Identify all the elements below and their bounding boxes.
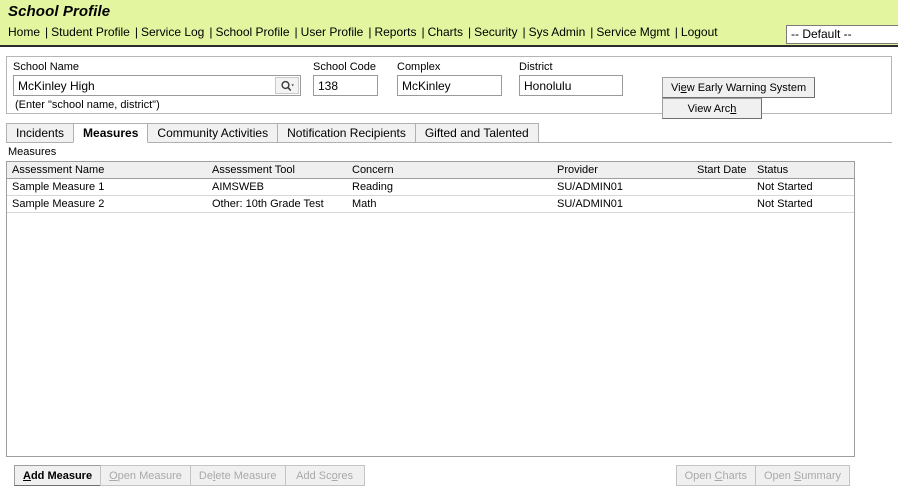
cell-provider: SU/ADMIN01: [552, 178, 692, 196]
access-key-letter: h: [730, 102, 737, 115]
school-name-field-group: School Name: [13, 61, 301, 96]
view-archive-button[interactable]: View Arch: [662, 98, 762, 119]
open-charts-button: Open Charts: [675, 465, 756, 486]
panel-action-buttons: View Early Warning SystemView Arch: [662, 77, 891, 119]
nav-separator: |: [134, 25, 138, 39]
cell-assessment-tool: Other: 10th Grade Test: [207, 195, 347, 213]
open-summary-button: Open Summary: [754, 465, 850, 486]
add-scores-button: Add Scores: [284, 465, 365, 486]
table-header-row: Assessment Name Assessment Tool Concern Pro…: [7, 162, 854, 179]
grid-section-label: Measures: [8, 146, 57, 158]
school-code-field-group: School Code: [313, 61, 378, 96]
column-header-assessment-name[interactable]: Assessment Name: [7, 162, 207, 179]
nav-separator: |: [368, 25, 372, 39]
district-field-group: District: [519, 61, 623, 96]
access-key-letter: e: [680, 81, 687, 94]
nav-item-user-profile[interactable]: User Profile: [299, 25, 366, 39]
tab-notification-recipients[interactable]: Notification Recipients: [277, 123, 416, 143]
column-header-start-date[interactable]: Start Date: [692, 162, 752, 179]
profile-select[interactable]: -- Default --: [786, 25, 898, 44]
nav-item-school-profile[interactable]: School Profile: [213, 25, 291, 39]
cell-assessment-name: Sample Measure 1: [7, 178, 207, 196]
school-code-label: School Code: [313, 61, 376, 73]
nav-item-security[interactable]: Security: [472, 25, 519, 39]
nav-item-reports[interactable]: Reports: [372, 25, 418, 39]
nav-item-sys-admin[interactable]: Sys Admin: [527, 25, 588, 39]
school-name-label: School Name: [13, 61, 80, 73]
cell-assessment-tool: AIMSWEB: [207, 178, 347, 196]
school-search-panel: School Name (Enter "school name, distric…: [6, 56, 892, 119]
complex-input[interactable]: [397, 75, 502, 96]
column-header-assessment-tool[interactable]: Assessment Tool: [207, 162, 347, 179]
cell-status: Not Started: [752, 195, 854, 213]
cell-start-date: [692, 178, 752, 196]
cell-concern: Math: [347, 195, 552, 213]
access-key-letter: C: [714, 469, 723, 482]
nav-item-service-mgmt[interactable]: Service Mgmt: [594, 25, 671, 39]
tab-incidents[interactable]: Incidents: [6, 123, 75, 143]
measures-grid[interactable]: Assessment Name Assessment Tool Concern Pro…: [6, 161, 855, 457]
main-navigation: Home | Student Profile | Service Log | School …: [0, 25, 720, 39]
access-key-letter: O: [109, 469, 118, 482]
nav-item-service-log[interactable]: Service Log: [139, 25, 206, 39]
column-header-status[interactable]: Status: [752, 162, 854, 179]
tab-gifted-and-talented[interactable]: Gifted and Talented: [414, 123, 539, 143]
school-code-input[interactable]: [313, 75, 378, 96]
access-key-letter: o: [331, 469, 338, 482]
nav-separator: |: [674, 25, 678, 39]
page-title: School Profile: [8, 3, 111, 20]
tab-community-activities[interactable]: Community Activities: [147, 123, 279, 143]
cell-concern: Reading: [347, 178, 552, 196]
cell-start-date: [692, 195, 752, 213]
column-header-provider[interactable]: Provider: [552, 162, 692, 179]
complex-label: Complex: [397, 61, 441, 73]
nav-separator: |: [590, 25, 594, 39]
nav-separator: |: [294, 25, 298, 39]
table-row[interactable]: Sample Measure 1 AIMSWEB Reading SU/ADMIN01…: [7, 178, 854, 196]
complex-field-group: Complex: [397, 61, 502, 96]
nav-separator: |: [45, 25, 49, 39]
delete-measure-button: Delete Measure: [189, 465, 286, 486]
nav-separator: |: [421, 25, 425, 39]
access-key-letter: l: [212, 469, 216, 482]
district-input[interactable]: [519, 75, 623, 96]
nav-item-logout[interactable]: Logout: [679, 25, 720, 39]
access-key-letter: S: [793, 469, 802, 482]
tab-content-measures: Measures Assessment Name Assessment Tool C…: [6, 143, 892, 457]
view-early-warning-system-button[interactable]: View Early Warning System: [662, 77, 816, 98]
magnifier-dropdown-icon[interactable]: [275, 77, 299, 94]
add-measure-button[interactable]: Add Measure: [14, 465, 102, 486]
report-action-buttons: Open Charts Open Summary: [675, 465, 850, 486]
action-button-bar: Add Measure Open Measure Delete Measure Add…: [6, 465, 892, 487]
open-measure-button: Open Measure: [100, 465, 191, 486]
tab-measures[interactable]: Measures: [73, 123, 149, 143]
access-key-letter: A: [23, 469, 31, 482]
nav-item-student-profile[interactable]: Student Profile: [49, 25, 132, 39]
cell-assessment-name: Sample Measure 2: [7, 195, 207, 213]
table-row[interactable]: Sample Measure 2 Other: 10th Grade Test Ma…: [7, 195, 854, 213]
nav-separator: |: [209, 25, 213, 39]
column-header-concern[interactable]: Concern: [347, 162, 552, 179]
nav-separator: |: [522, 25, 526, 39]
profile-tabs: Incidents Measures Community Activities Not…: [6, 123, 892, 143]
district-label: District: [519, 61, 553, 73]
nav-item-home[interactable]: Home: [6, 25, 42, 39]
measure-action-buttons: Add Measure Open Measure Delete Measure Add…: [14, 465, 365, 486]
cell-provider: SU/ADMIN01: [552, 195, 692, 213]
school-name-hint: (Enter "school name, district"): [15, 99, 160, 111]
nav-separator: |: [467, 25, 472, 39]
school-name-input[interactable]: [13, 75, 301, 96]
nav-item-charts[interactable]: Charts: [426, 25, 465, 39]
app-header: School Profile Home | Student Profile | Serv…: [0, 0, 898, 47]
measures-table: Assessment Name Assessment Tool Concern Pro…: [7, 162, 854, 213]
cell-status: Not Started: [752, 178, 854, 196]
